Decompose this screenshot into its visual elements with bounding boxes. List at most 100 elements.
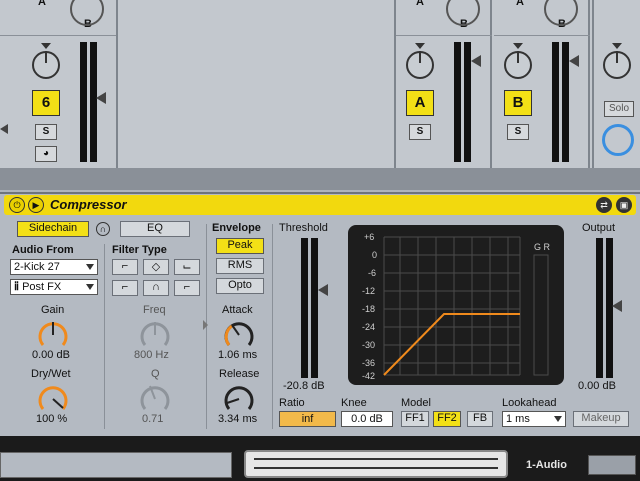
track-activator-a[interactable]: A bbox=[406, 90, 434, 116]
device-title: Compressor bbox=[50, 197, 127, 212]
arm-button-6[interactable]: ◕ bbox=[35, 146, 57, 162]
envelope-opto-button[interactable]: Opto bbox=[216, 278, 264, 294]
bandpass-icon: ◇ bbox=[151, 261, 161, 273]
highpass-icon: ⌙ bbox=[182, 261, 192, 273]
track-activator-6[interactable]: 6 bbox=[32, 90, 60, 116]
track-name-label: 1-Audio bbox=[526, 459, 567, 471]
gain-value: 0.00 dB bbox=[32, 349, 70, 361]
filter-highshelf-button[interactable]: ⌐ bbox=[174, 280, 200, 296]
send-b-knob[interactable] bbox=[446, 0, 480, 26]
pan-marker-icon bbox=[415, 43, 425, 49]
audio-from-select[interactable]: 2-Kick 27 bbox=[10, 259, 98, 275]
lowpass-icon: ⌐ bbox=[121, 260, 129, 272]
pan-knob[interactable] bbox=[32, 51, 60, 79]
lookahead-select[interactable]: 1 ms bbox=[502, 411, 566, 427]
envelope-rms-button[interactable]: RMS bbox=[216, 258, 264, 274]
track-thumbnail[interactable] bbox=[588, 455, 636, 475]
separator bbox=[272, 224, 273, 429]
highshelf-icon: ⌐ bbox=[183, 281, 191, 293]
ratio-field[interactable]: inf bbox=[279, 411, 336, 427]
send-b-knob[interactable] bbox=[544, 0, 578, 26]
release-knob[interactable] bbox=[222, 382, 256, 414]
pan-knob-b[interactable] bbox=[504, 51, 532, 79]
lookahead-label: Lookahead bbox=[502, 397, 557, 409]
threshold-label: Threshold bbox=[279, 222, 328, 234]
output-slider-icon[interactable] bbox=[612, 300, 622, 312]
mixer-empty-area bbox=[120, 0, 392, 168]
threshold-slider-icon[interactable] bbox=[318, 284, 328, 296]
track-activator-b[interactable]: B bbox=[504, 90, 532, 116]
pan-knob-a[interactable] bbox=[406, 51, 434, 79]
save-preset-icon[interactable]: ▣ bbox=[616, 197, 632, 213]
send-b-knob[interactable] bbox=[70, 0, 104, 26]
q-knob[interactable] bbox=[138, 382, 172, 414]
send-label-a: A bbox=[416, 0, 424, 8]
info-area bbox=[0, 452, 232, 478]
freq-knob[interactable] bbox=[138, 318, 172, 350]
filter-bandpass-button[interactable]: ◇ bbox=[143, 259, 169, 275]
volume-fader-icon[interactable] bbox=[569, 55, 579, 67]
model-ff2-button[interactable]: FF2 bbox=[433, 411, 461, 427]
sidechain-button[interactable]: Sidechain bbox=[17, 221, 89, 237]
attack-label: Attack bbox=[222, 304, 253, 316]
output-label: Output bbox=[582, 222, 616, 234]
filter-bandstop-button[interactable]: ∩ bbox=[143, 280, 169, 296]
envelope-peak-button[interactable]: Peak bbox=[216, 238, 264, 254]
eq-button[interactable]: EQ bbox=[120, 221, 190, 237]
hot-swap-icon[interactable]: ⇄ bbox=[596, 197, 612, 213]
threshold-meter-right bbox=[311, 238, 318, 378]
release-label: Release bbox=[219, 368, 260, 380]
graph-tick: -30 bbox=[362, 340, 376, 350]
volume-meter-left bbox=[454, 42, 461, 162]
model-ff1-button[interactable]: FF1 bbox=[401, 411, 429, 427]
drywet-label: Dry/Wet bbox=[31, 368, 71, 380]
send-knobs-row: A B bbox=[0, 0, 116, 36]
attack-knob[interactable] bbox=[222, 318, 256, 350]
gain-knob[interactable] bbox=[36, 318, 70, 350]
filter-highpass-button[interactable]: ⌙ bbox=[174, 259, 200, 275]
model-fb-button[interactable]: FB bbox=[467, 411, 493, 427]
chevron-down-icon bbox=[86, 264, 94, 270]
attack-value: 1.06 ms bbox=[218, 349, 258, 361]
graph-tick: 0 bbox=[372, 250, 378, 260]
volume-meter-left bbox=[80, 42, 87, 162]
ratio-label: Ratio bbox=[279, 397, 305, 409]
play-icon[interactable]: ▶ bbox=[28, 197, 44, 213]
volume-meter-right bbox=[464, 42, 471, 162]
waveform-line bbox=[254, 458, 498, 460]
graph-tick: -36 bbox=[362, 358, 376, 368]
solo-button-6[interactable]: S bbox=[35, 124, 57, 140]
cue-volume-knob[interactable] bbox=[602, 124, 634, 156]
output-meter-left bbox=[596, 238, 603, 378]
freq-value: 800 Hz bbox=[134, 349, 169, 361]
makeup-button[interactable]: Makeup bbox=[573, 411, 629, 427]
solo-button-a[interactable]: S bbox=[409, 124, 431, 140]
pan-marker-icon bbox=[513, 43, 523, 49]
solo-cue-button[interactable]: Solo bbox=[604, 101, 634, 117]
threshold-value: -20.8 dB bbox=[283, 380, 325, 392]
filter-lowshelf-button[interactable]: ⌐ bbox=[112, 280, 138, 296]
device-activator-icon[interactable]: ⏻ bbox=[9, 197, 25, 213]
separator bbox=[104, 244, 105, 429]
audio-tap-select[interactable]: ⅱ Post FX bbox=[10, 279, 98, 295]
audio-from-label: Audio From bbox=[12, 244, 74, 256]
volume-fader-icon[interactable] bbox=[471, 55, 481, 67]
solo-button-b[interactable]: S bbox=[507, 124, 529, 140]
chevron-down-icon bbox=[554, 416, 562, 422]
drywet-knob[interactable] bbox=[36, 382, 70, 414]
envelope-label: Envelope bbox=[212, 222, 261, 234]
bandstop-icon: ∩ bbox=[152, 281, 160, 293]
transfer-curve-graph bbox=[383, 236, 549, 376]
overview-waveform[interactable] bbox=[244, 450, 508, 478]
volume-fader-icon[interactable] bbox=[96, 92, 106, 104]
headphones-icon[interactable]: ∩ bbox=[96, 222, 110, 236]
expand-arrow-icon[interactable] bbox=[203, 320, 208, 330]
filter-lowpass-button[interactable]: ⌐ bbox=[112, 259, 138, 275]
graph-tick: -24 bbox=[362, 322, 376, 332]
graph-tick: +6 bbox=[364, 232, 375, 242]
master-pan-knob[interactable] bbox=[603, 51, 631, 79]
graph-tick: -42 bbox=[362, 371, 376, 381]
drywet-value: 100 % bbox=[36, 413, 68, 425]
knee-field[interactable]: 0.0 dB bbox=[341, 411, 393, 427]
crossfade-icon bbox=[0, 124, 8, 134]
